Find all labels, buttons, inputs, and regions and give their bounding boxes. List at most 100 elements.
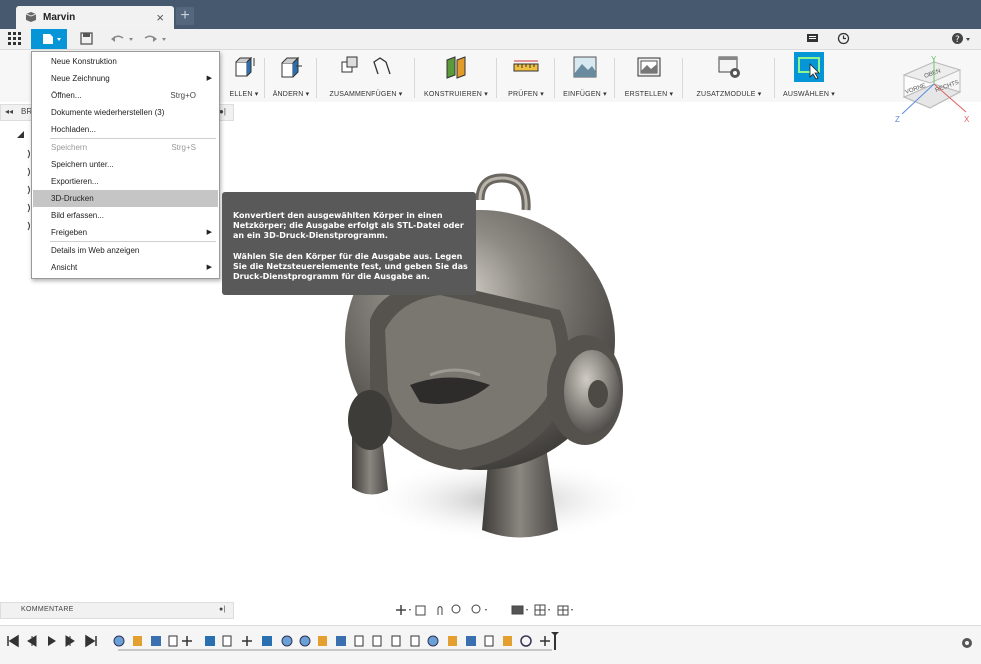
timeline-settings-gear-icon <box>962 638 972 648</box>
file-menu-button[interactable] <box>31 29 67 49</box>
submenu-arrow-icon: ▶ <box>206 75 212 82</box>
tooltip-line: Netzkörper; die Ausgabe erfolgt als STL-… <box>233 221 464 230</box>
ribbon-divider <box>614 58 615 98</box>
ruler-icon <box>512 54 540 82</box>
browser-collapse-icon[interactable]: ◂◂ <box>5 107 13 116</box>
menu-item-open[interactable]: Öffnen... Strg+O <box>33 87 218 104</box>
ribbon-group-select[interactable]: AUSWÄHLEN ▾ <box>776 50 842 100</box>
submenu-arrow-icon: ▶ <box>206 264 212 271</box>
comments-title: KOMMENTARE <box>21 606 74 613</box>
go-to-start-icon <box>7 634 19 648</box>
document-icon <box>24 11 38 25</box>
timeline-marker-icon <box>551 632 559 636</box>
browser-pin-icon[interactable]: ●| <box>219 107 226 116</box>
ribbon-label: ÄNDERN ▾ <box>272 91 310 98</box>
ribbon-divider <box>414 58 415 98</box>
help-icon[interactable]: ? <box>951 32 973 47</box>
ribbon-label: ZUSATZMODULE ▾ <box>696 91 762 98</box>
image-insert-icon <box>572 54 598 82</box>
menu-item-export[interactable]: Exportieren... <box>33 173 218 190</box>
axis-z-label: Z <box>895 115 900 124</box>
plane-icon <box>443 54 469 82</box>
tab-title: Marvin <box>43 12 76 23</box>
ribbon-label: AUSWÄHLEN ▾ <box>783 91 835 98</box>
app-grid-icon[interactable] <box>8 32 21 47</box>
ribbon-label: KONSTRUIEREN ▾ <box>424 91 488 98</box>
tooltip-line: Wählen Sie den Körper für die Ausgabe au… <box>233 252 463 261</box>
ribbon-label: ZUSAMMENFÜGEN ▾ <box>329 91 403 98</box>
play-icon <box>48 636 56 646</box>
select-cursor-icon <box>794 52 824 84</box>
ribbon-divider <box>682 58 683 98</box>
axis-y-label: Y <box>931 55 937 64</box>
ribbon-divider <box>316 58 317 98</box>
look-at-icon <box>415 605 426 616</box>
ribbon-group-addins[interactable]: ZUSATZMODULE ▾ <box>684 50 774 100</box>
ribbon-label: ERSTELLEN ▾ <box>624 91 674 98</box>
ribbon-divider <box>774 58 775 98</box>
ribbon-group-insert[interactable]: EINFÜGEN ▾ <box>556 50 614 100</box>
ribbon-group-construct[interactable]: KONSTRUIEREN ▾ <box>416 50 496 100</box>
quick-access-toolbar: ? <box>0 29 981 50</box>
comment-icon[interactable] <box>806 32 819 47</box>
tooltip-line: Sie die Netzsteuerelemente fest, und geb… <box>233 262 468 271</box>
scripts-addins-icon <box>716 54 742 82</box>
timeline-playback-controls <box>7 634 97 648</box>
ribbon-group-modify[interactable]: ÄNDERN ▾ <box>266 50 316 100</box>
svg-text:?: ? <box>955 35 960 45</box>
tooltip-3d-print: Konvertiert den ausgewählten Körper in e… <box>222 192 476 295</box>
ribbon-divider <box>264 58 265 98</box>
tooltip-line: an ein 3D-Druck-Dienstprogramm. <box>233 231 388 240</box>
menu-item-share[interactable]: Freigeben ▶ <box>33 224 218 241</box>
timeline-feature-icons <box>113 632 559 651</box>
comments-panel-header[interactable]: KOMMENTARE ●| <box>0 602 234 619</box>
menu-item-save: Speichern Strg+S <box>51 143 196 152</box>
submenu-arrow-icon: ▶ <box>206 229 212 236</box>
orbit-icon <box>396 605 406 615</box>
new-tab-button[interactable]: + <box>176 7 194 25</box>
file-dropdown-menu: Neue Konstruktion Neue Zeichnung ▶ Öffnen… <box>31 51 220 279</box>
step-back-icon <box>27 635 37 647</box>
tooltip-line: Druck-Dienstprogramm für die Ausgabe an. <box>233 272 430 281</box>
press-pull-icon <box>278 54 304 82</box>
go-to-end-icon <box>85 634 97 648</box>
menu-item-save-as[interactable]: Speichern unter... <box>33 156 218 173</box>
menu-item-new-drawing[interactable]: Neue Zeichnung ▶ <box>33 70 218 87</box>
zoom-icon <box>451 604 461 614</box>
viewcube[interactable]: OBEN VORNE RECHTS Y X Z <box>892 52 976 132</box>
ribbon-group-make[interactable]: ERSTELLEN ▾ <box>616 50 682 100</box>
document-tab[interactable]: Marvin × <box>16 6 174 29</box>
ribbon-group-assemble[interactable]: ZUSAMMENFÜGEN ▾ <box>318 50 414 100</box>
undo-icon[interactable] <box>110 32 138 47</box>
menu-item-upload[interactable]: Hochladen... <box>33 121 218 138</box>
ribbon-label: PRÜFEN ▾ <box>508 91 544 98</box>
ribbon-label: EINFÜGEN ▾ <box>563 91 607 98</box>
step-forward-icon <box>65 635 75 647</box>
tooltip-line: Konvertiert den ausgewählten Körper in e… <box>233 211 443 220</box>
render-icon <box>636 54 662 82</box>
navigation-bar[interactable] <box>392 602 592 618</box>
menu-item-view[interactable]: Ansicht ▶ <box>33 259 218 276</box>
display-settings-icon <box>511 605 524 615</box>
joint-icon <box>338 54 394 82</box>
menu-item-new-design[interactable]: Neue Konstruktion <box>33 53 218 70</box>
menu-item-capture-image[interactable]: Bild erfassen... <box>33 207 218 224</box>
comments-pin-icon[interactable]: ●| <box>219 606 226 613</box>
menu-item-view-details-web[interactable]: Details im Web anzeigen <box>33 242 218 259</box>
axis-x-label: X <box>964 115 970 124</box>
menu-item-recover-documents[interactable]: Dokumente wiederherstellen (3) <box>33 104 218 121</box>
file-icon <box>43 34 61 44</box>
ribbon-group-create[interactable]: ELLEN ▾ <box>222 50 266 100</box>
fit-icon <box>471 604 481 614</box>
menu-item-3d-print[interactable]: 3D-Drucken <box>33 190 218 207</box>
redo-icon[interactable] <box>143 32 171 47</box>
box-icon <box>231 54 257 82</box>
pan-hand-icon <box>437 606 443 615</box>
ribbon-divider <box>496 58 497 98</box>
history-clock-icon[interactable] <box>837 32 850 47</box>
ribbon-group-inspect[interactable]: PRÜFEN ▾ <box>498 50 554 100</box>
ribbon-divider <box>554 58 555 98</box>
timeline-bar <box>0 625 981 664</box>
save-icon[interactable] <box>80 32 93 47</box>
tab-close-icon[interactable]: × <box>156 10 164 25</box>
